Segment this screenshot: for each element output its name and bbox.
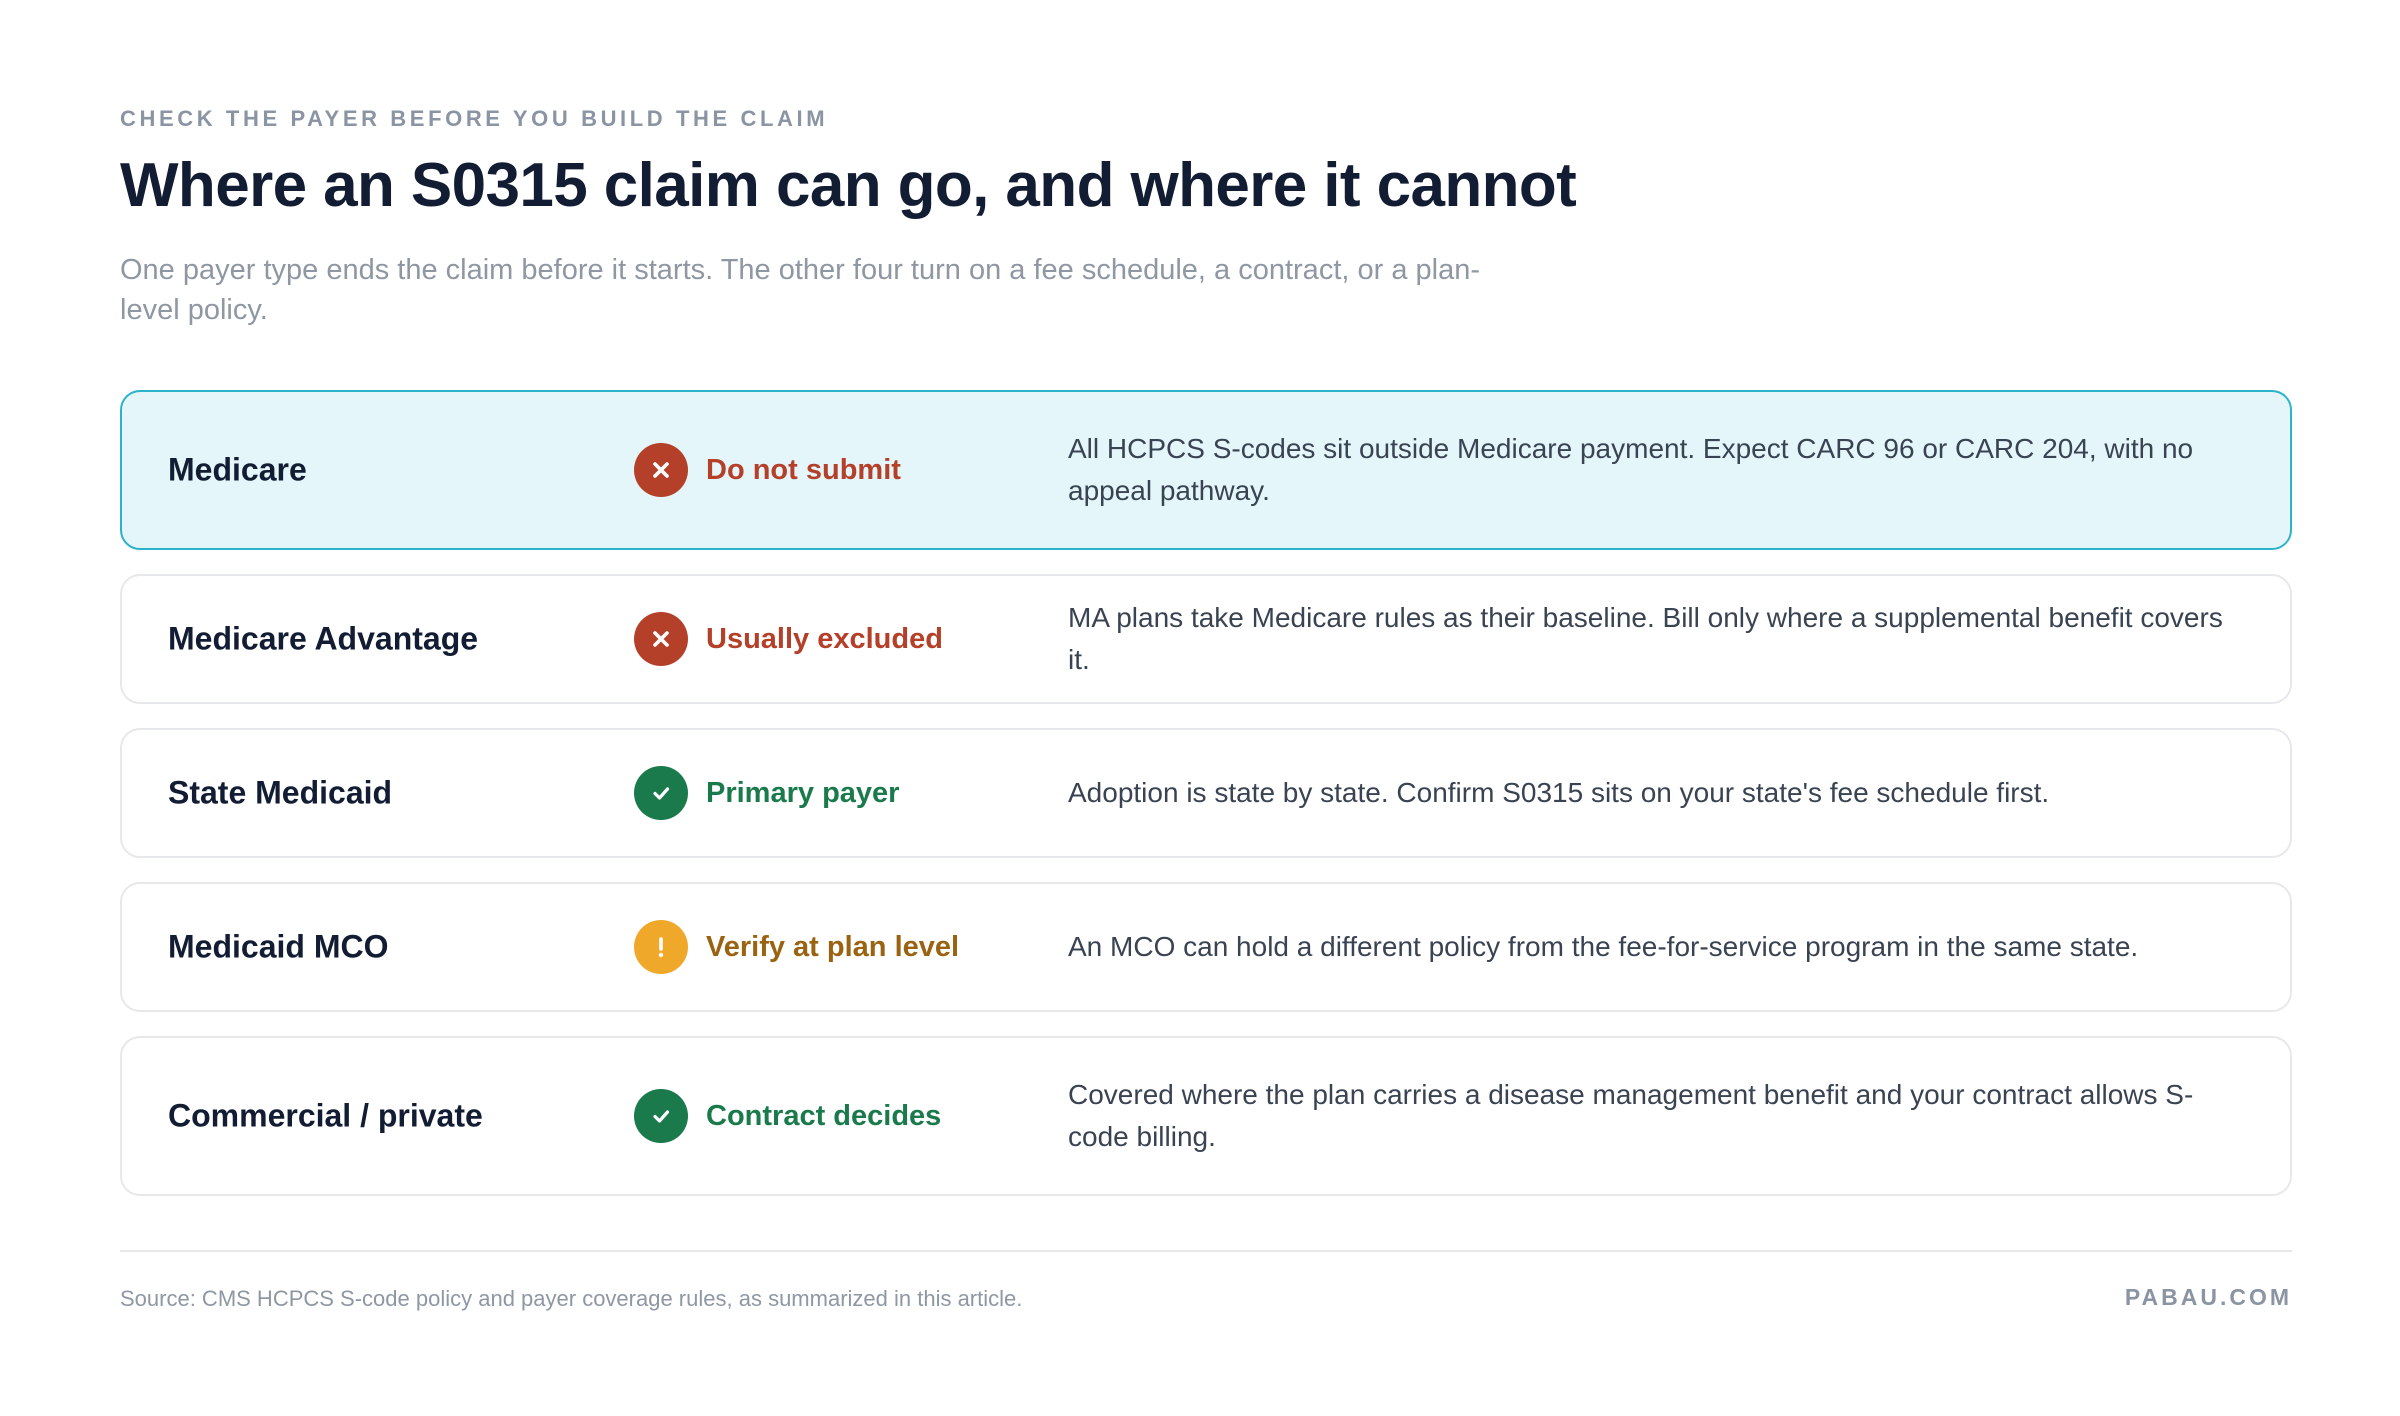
payer-note: All HCPCS S-codes sit outside Medicare p… [1068,433,2194,506]
page-title: Where an S0315 claim can go, and where i… [120,151,1577,220]
status-label: Usually excluded [706,622,943,655]
status-badge: Usually excluded [634,612,943,666]
status-badge: Contract decides [634,1089,941,1143]
x-circle-icon [634,612,688,666]
status-label: Primary payer [706,776,900,809]
exclamation-circle-icon [634,920,688,974]
payer-note: Covered where the plan carries a disease… [1068,1079,2194,1152]
page-subtitle: One payer type ends the claim before it … [120,254,1480,326]
payer-name: Medicare Advantage [168,620,479,657]
status-label: Do not submit [706,453,901,486]
status-label: Contract decides [706,1099,942,1132]
payer-name: Medicaid MCO [168,928,389,965]
footer-divider [120,1250,2292,1252]
x-circle-icon [634,443,688,497]
status-badge: Verify at plan level [634,920,959,974]
status-badge: Primary payer [634,766,899,820]
payer-name: Medicare [168,451,307,488]
check-circle-icon [634,1089,688,1143]
source-note: Source: CMS HCPCS S-code policy and paye… [120,1286,1023,1311]
payer-note: An MCO can hold a different policy from … [1068,931,2139,962]
payer-row-commercial: Commercial / private Contract decides Co… [120,1036,2292,1196]
payer-row-medicare: Medicare Do not submit All HCPCS S-codes… [120,390,2292,550]
brand-label: PABAU.COM [2124,1284,2292,1310]
payer-row-medicare-advantage: Medicare Advantage Usually excluded MA p… [120,574,2292,704]
check-circle-icon [634,766,688,820]
payer-note: MA plans take Medicare rules as their ba… [1068,602,2223,675]
payer-guide-card: CHECK THE PAYER BEFORE YOU BUILD THE CLA… [120,0,2292,1416]
payer-note: Adoption is state by state. Confirm S031… [1068,777,2050,808]
payer-row-state-medicaid: State Medicaid Primary payer Adoption is… [120,728,2292,858]
status-label: Verify at plan level [706,930,960,963]
payer-name: Commercial / private [168,1097,483,1134]
status-badge: Do not submit [634,443,901,497]
payer-row-medicaid-mco: Medicaid MCO Verify at plan level An MCO… [120,882,2292,1012]
eyebrow-label: CHECK THE PAYER BEFORE YOU BUILD THE CLA… [120,106,829,131]
payer-name: State Medicaid [168,774,393,811]
